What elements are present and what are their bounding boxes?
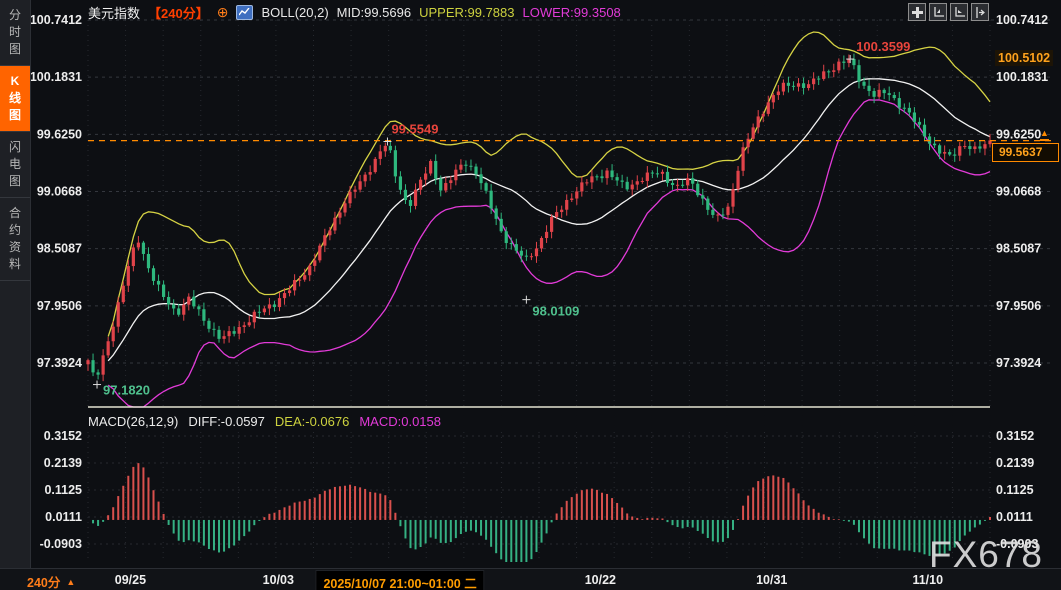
svg-text:98.5087: 98.5087 <box>996 242 1041 256</box>
interval-label[interactable]: 【240分】 <box>148 3 209 22</box>
svg-text:99.6250: 99.6250 <box>37 127 82 141</box>
svg-text:-0.0903: -0.0903 <box>40 537 82 551</box>
candles <box>86 54 991 382</box>
svg-text:100.1831: 100.1831 <box>30 70 82 84</box>
watermark: FX678 <box>929 534 1043 576</box>
chart-toolbar <box>908 3 989 21</box>
period-text: 240分 <box>27 572 60 590</box>
macd-header: MACD(26,12,9) DIFF:-0.0597 DEA:-0.0676 M… <box>88 414 441 429</box>
svg-text:97.3924: 97.3924 <box>996 356 1041 370</box>
svg-text:100.7412: 100.7412 <box>996 13 1048 27</box>
svg-text:0.2139: 0.2139 <box>44 456 82 470</box>
boll-lower-value: LOWER:99.3508 <box>523 5 621 20</box>
svg-text:0.3152: 0.3152 <box>996 429 1034 443</box>
svg-text:0.1125: 0.1125 <box>996 483 1034 497</box>
timestamp-box: 2025/10/07 21:00~01:00 二 <box>315 570 484 590</box>
date-label: 09/25 <box>115 573 146 587</box>
sidebar-tab-contract-info[interactable]: 合约资料 <box>0 198 30 281</box>
price-chart-canvas[interactable]: 100.7412 100.7412 100.1831 100.1831 99.6250 9… <box>0 0 1061 568</box>
indicator-chart-icon[interactable] <box>236 5 253 20</box>
macd-diff-value: DIFF:-0.0597 <box>188 414 265 429</box>
date-label: 10/22 <box>585 573 616 587</box>
boll-mid-value: MID:99.5696 <box>337 5 411 20</box>
period-selector[interactable]: 240分 ▲ <box>27 572 75 590</box>
svg-text:100.7412: 100.7412 <box>30 13 82 27</box>
gridlines <box>88 20 1052 562</box>
move-crosshair-icon[interactable] <box>908 3 926 21</box>
svg-text:100.1831: 100.1831 <box>996 70 1048 84</box>
zoom-axis-right-icon[interactable] <box>950 3 968 21</box>
svg-text:0.0111: 0.0111 <box>45 510 82 524</box>
svg-text:99.5549: 99.5549 <box>391 122 438 137</box>
date-label: 10/31 <box>756 573 787 587</box>
svg-text:97.9506: 97.9506 <box>996 299 1041 313</box>
chart-header: 美元指数 【240分】 ⊕ BOLL(20,2) MID:99.5696 UPP… <box>88 4 621 20</box>
svg-text:0.1125: 0.1125 <box>44 483 82 497</box>
time-axis: 240分 ▲ 2025/10/07 21:00~01:00 二 09/25 10/… <box>0 568 1061 590</box>
zoom-axis-left-icon[interactable] <box>929 3 947 21</box>
period-up-triangle: ▲ <box>66 577 75 587</box>
svg-text:98.0109: 98.0109 <box>532 304 579 319</box>
sidebar: 分时图K线图闪电图合约资料 <box>0 0 31 568</box>
svg-text:99.0668: 99.0668 <box>37 185 82 199</box>
svg-text:98.5087: 98.5087 <box>37 242 82 256</box>
svg-text:97.3924: 97.3924 <box>37 356 82 370</box>
macd-params-label: MACD(26,12,9) <box>88 414 178 429</box>
crosshair-target-icon[interactable]: ⊕ <box>217 4 229 21</box>
boll-upper-value: UPPER:99.7883 <box>419 5 514 20</box>
svg-text:99.6250: 99.6250 <box>996 127 1041 141</box>
boll-label: BOLL(20,2) <box>261 5 328 20</box>
scroll-up-marker[interactable]: ▲ <box>1040 129 1049 141</box>
svg-text:0.2139: 0.2139 <box>996 456 1034 470</box>
svg-text:0.0111: 0.0111 <box>996 510 1033 524</box>
price-annotations: 100.3599 99.5549 98.0109 97.1820 <box>93 39 910 397</box>
svg-text:0.3152: 0.3152 <box>44 429 82 443</box>
svg-text:100.3599: 100.3599 <box>856 39 910 54</box>
trading-terminal: 100.7412 100.7412 100.1831 100.1831 99.6250 9… <box>0 0 1061 590</box>
high-price-label: 100.5102 <box>995 50 1053 66</box>
sidebar-tab-kline-chart[interactable]: K线图 <box>0 66 30 132</box>
macd-macd-value: MACD:0.0158 <box>359 414 441 429</box>
current-price-badge: 99.5637 <box>992 143 1059 162</box>
axis-labels: 100.7412 100.7412 100.1831 100.1831 99.6250 9… <box>30 13 1048 551</box>
svg-text:97.9506: 97.9506 <box>37 299 82 313</box>
svg-text:97.1820: 97.1820 <box>103 383 150 398</box>
macd-dea-value: DEA:-0.0676 <box>275 414 349 429</box>
sidebar-tab-time-chart[interactable]: 分时图 <box>0 0 30 66</box>
sidebar-tab-flash-chart[interactable]: 闪电图 <box>0 132 30 198</box>
pan-right-icon[interactable] <box>971 3 989 21</box>
instrument-title: 美元指数 <box>88 3 140 22</box>
date-label: 10/03 <box>263 573 294 587</box>
svg-text:99.0668: 99.0668 <box>996 185 1041 199</box>
